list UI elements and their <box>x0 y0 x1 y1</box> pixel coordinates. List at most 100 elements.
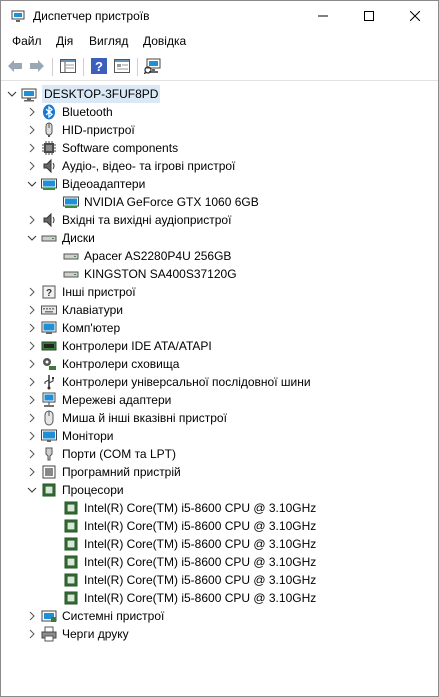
cpu-item-icon <box>63 554 79 570</box>
tree-category[interactable]: Контролери універсальної послідовної шин… <box>27 373 311 391</box>
expand-chevron-icon[interactable] <box>27 337 37 355</box>
expand-chevron-icon[interactable] <box>27 355 37 373</box>
tree-category[interactable]: Процесори <box>27 481 124 499</box>
tree-category-label: Програмний пристрій <box>62 465 181 479</box>
tree-category[interactable]: Черги друку <box>27 625 129 643</box>
expand-chevron-icon[interactable] <box>27 391 37 409</box>
collapse-chevron-icon[interactable] <box>7 85 17 103</box>
tree-category[interactable]: Мережеві адаптери <box>27 391 171 409</box>
tree-device-item[interactable]: Intel(R) Core(TM) i5-8600 CPU @ 3.10GHz <box>63 517 316 535</box>
help-button[interactable]: ? <box>88 56 110 78</box>
collapse-chevron-icon[interactable] <box>27 175 37 193</box>
tree-category[interactable]: Диски <box>27 229 95 247</box>
minimize-button[interactable] <box>300 1 346 31</box>
tree-category[interactable]: Bluetooth <box>27 103 113 121</box>
tree-category-label: Software components <box>62 141 179 155</box>
menu-help[interactable]: Довідка <box>143 34 186 48</box>
menu-file[interactable]: Файл <box>12 34 42 48</box>
tree-category[interactable]: Порти (COM та LPT) <box>27 445 176 463</box>
expand-chevron-icon[interactable] <box>27 427 37 445</box>
tree-category[interactable]: Миша й інші вказівні пристрої <box>27 409 227 427</box>
monitor-icon <box>41 428 57 444</box>
expand-chevron-icon[interactable] <box>27 103 37 121</box>
menu-view[interactable]: Вигляд <box>89 34 128 48</box>
expand-chevron-icon[interactable] <box>27 409 37 427</box>
tree-category[interactable]: Software components <box>27 139 178 157</box>
tree-device-item[interactable]: Apacer AS2280P4U 256GB <box>63 247 231 265</box>
software-device-icon <box>41 464 57 480</box>
window-title: Диспетчер пристроїв <box>33 9 150 23</box>
bluetooth-icon <box>41 104 57 120</box>
tree-device-label: Intel(R) Core(TM) i5-8600 CPU @ 3.10GHz <box>84 591 317 605</box>
maximize-button[interactable] <box>346 1 392 31</box>
tree-device-label: Intel(R) Core(TM) i5-8600 CPU @ 3.10GHz <box>84 519 317 533</box>
tree-category[interactable]: Системні пристрої <box>27 607 164 625</box>
forward-arrow-icon <box>29 59 45 76</box>
expand-chevron-icon[interactable] <box>27 283 37 301</box>
tree-device-label: KINGSTON SA400S37120G <box>84 267 237 281</box>
tree-device-item[interactable]: NVIDIA GeForce GTX 1060 6GB <box>63 193 259 211</box>
toolbar-separator <box>52 58 53 76</box>
collapse-chevron-icon[interactable] <box>27 229 37 247</box>
tree-device-item[interactable]: Intel(R) Core(TM) i5-8600 CPU @ 3.10GHz <box>63 553 316 571</box>
computer-root-icon <box>21 86 37 102</box>
tree-category[interactable]: Аудіо-, відео- та ігрові пристрої <box>27 157 235 175</box>
toolbar: ? <box>1 53 438 81</box>
expand-chevron-icon[interactable] <box>27 211 37 229</box>
tree-device-label: Apacer AS2280P4U 256GB <box>84 249 232 263</box>
tree-device-item[interactable]: Intel(R) Core(TM) i5-8600 CPU @ 3.10GHz <box>63 499 316 517</box>
tree-device-item[interactable]: Intel(R) Core(TM) i5-8600 CPU @ 3.10GHz <box>63 571 316 589</box>
collapse-chevron-icon[interactable] <box>27 481 37 499</box>
expand-chevron-icon[interactable] <box>27 319 37 337</box>
tree-category[interactable]: Комп'ютер <box>27 319 120 337</box>
tree-category-label: Bluetooth <box>62 105 113 119</box>
tree-category[interactable]: HID-пристрої <box>27 121 135 139</box>
tree-root-node[interactable]: DESKTOP-3FUF8PD <box>7 85 161 103</box>
tree-device-label: Intel(R) Core(TM) i5-8600 CPU @ 3.10GHz <box>84 537 317 551</box>
computer-icon <box>41 320 57 336</box>
tree-category[interactable]: Відеоадаптери <box>27 175 145 193</box>
forward-button[interactable] <box>26 56 48 78</box>
tree-category-label: Інші пристрої <box>62 285 136 299</box>
processor-icon <box>41 482 57 498</box>
expand-chevron-icon[interactable] <box>27 463 37 481</box>
tree-category[interactable]: Контролери сховища <box>27 355 179 373</box>
expand-chevron-icon[interactable] <box>27 139 37 157</box>
title-bar: Диспетчер пристроїв <box>1 1 438 31</box>
tree-category-label: HID-пристрої <box>62 123 135 137</box>
tree-category-label: Контролери сховища <box>62 357 180 371</box>
show-hide-console-tree-button[interactable] <box>57 56 79 78</box>
close-button[interactable] <box>392 1 438 31</box>
expand-chevron-icon[interactable] <box>27 301 37 319</box>
tree-category[interactable]: Контролери IDE ATA/ATAPI <box>27 337 212 355</box>
properties-view-button[interactable] <box>111 56 133 78</box>
tree-device-item[interactable]: Intel(R) Core(TM) i5-8600 CPU @ 3.10GHz <box>63 535 316 553</box>
tree-category[interactable]: Клавіатури <box>27 301 123 319</box>
console-tree-icon <box>60 58 76 76</box>
tree-device-label: Intel(R) Core(TM) i5-8600 CPU @ 3.10GHz <box>84 573 317 587</box>
storage-controller-icon <box>41 356 57 372</box>
menu-action[interactable]: Дія <box>56 34 73 48</box>
device-tree[interactable]: DESKTOP-3FUF8PD Bluetooth HID-пристрої Soft… <box>1 82 438 696</box>
keyboard-icon <box>41 302 57 318</box>
back-button[interactable] <box>4 56 26 78</box>
cpu-item-icon <box>63 572 79 588</box>
expand-chevron-icon[interactable] <box>27 625 37 643</box>
tree-category[interactable]: Програмний пристрій <box>27 463 181 481</box>
tree-category[interactable]: Вхідні та вихідні аудіопристрої <box>27 211 231 229</box>
expand-chevron-icon[interactable] <box>27 445 37 463</box>
properties-view-icon <box>114 58 130 76</box>
tree-root-label: DESKTOP-3FUF8PD <box>42 85 161 103</box>
scan-hardware-button[interactable] <box>142 56 164 78</box>
tree-category-label: Процесори <box>62 483 124 497</box>
expand-chevron-icon[interactable] <box>27 373 37 391</box>
expand-chevron-icon[interactable] <box>27 607 37 625</box>
tree-device-item[interactable]: KINGSTON SA400S37120G <box>63 265 237 283</box>
expand-chevron-icon[interactable] <box>27 157 37 175</box>
device-manager-window: Диспетчер пристроїв Файл Дія Вигляд Дові… <box>0 0 439 697</box>
tree-category[interactable]: ? Інші пристрої <box>27 283 136 301</box>
expand-chevron-icon[interactable] <box>27 121 37 139</box>
tree-device-item[interactable]: Intel(R) Core(TM) i5-8600 CPU @ 3.10GHz <box>63 589 316 607</box>
tree-category[interactable]: Монітори <box>27 427 114 445</box>
tree-device-label: NVIDIA GeForce GTX 1060 6GB <box>84 195 259 209</box>
